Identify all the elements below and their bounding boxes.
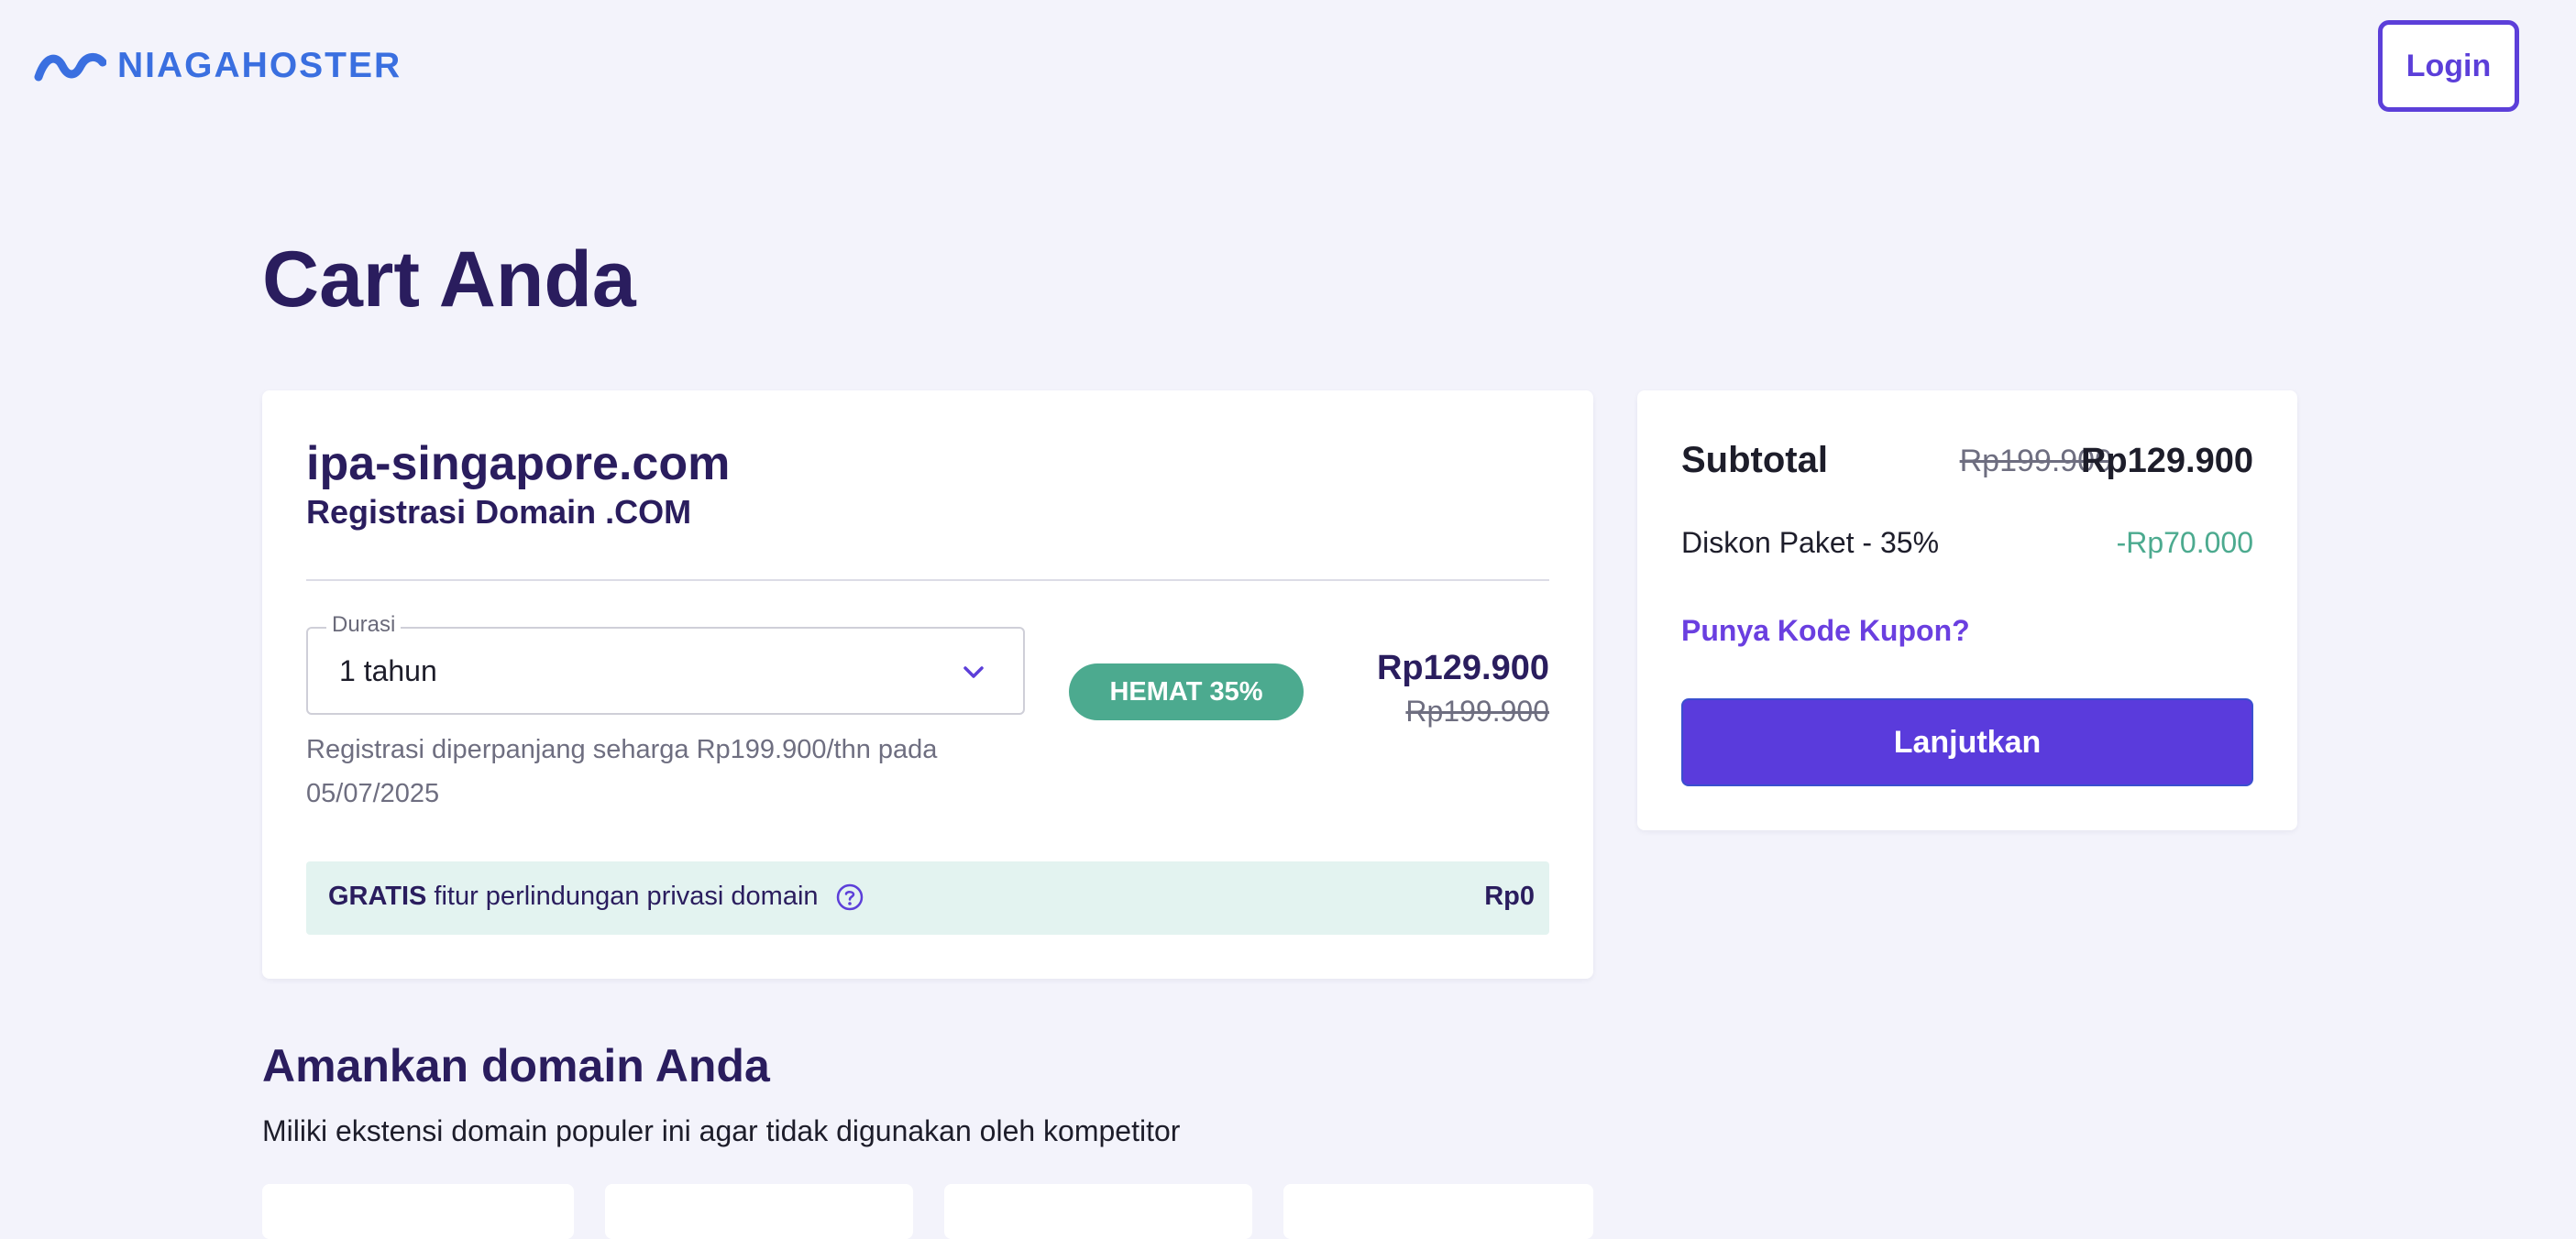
logo-text: NIAGAHOSTER [117, 46, 402, 85]
duration-select[interactable]: Durasi 1 tahun [306, 612, 1025, 715]
item-price: Rp129.900 [1376, 649, 1549, 687]
discount-label: Diskon Paket - 35% [1681, 526, 1940, 559]
order-summary-card: Subtotal Rp199.900 Rp129.900 Diskon Pake… [1637, 390, 2297, 830]
item-original-price: Rp199.900 [1405, 695, 1549, 728]
domain-extension-card[interactable] [605, 1184, 913, 1239]
secure-domain-subtitle: Miliki ekstensi domain populer ini agar … [262, 1114, 1181, 1147]
top-header: NIAGAHOSTER Login [0, 0, 2576, 137]
subtotal-label: Subtotal [1681, 440, 1828, 480]
renewal-note: Registrasi diperpanjang seharga Rp199.90… [306, 735, 938, 808]
domain-extension-card[interactable] [262, 1184, 574, 1239]
privacy-protection-row: GRATIS fitur perlindungan privasi domain… [306, 861, 1549, 935]
privacy-description: fitur perlindungan privasi domain [434, 882, 819, 911]
logo-wave-icon [34, 53, 106, 82]
product-name: Registrasi Domain .COM [306, 493, 692, 531]
divider [306, 579, 1549, 581]
page-title: Cart Anda [262, 236, 636, 323]
privacy-free-label: GRATIS [328, 882, 427, 911]
continue-button[interactable]: Lanjutkan [1681, 698, 2253, 786]
subtotal-value: Rp129.900 [2080, 442, 2253, 480]
domain-extension-card[interactable] [944, 1184, 1252, 1239]
coupon-link[interactable]: Punya Kode Kupon? [1681, 614, 1970, 648]
duration-value: 1 tahun [339, 654, 437, 687]
discount-badge: HEMAT 35% [1069, 663, 1304, 720]
help-icon[interactable] [835, 883, 864, 912]
domain-name: ipa-singapore.com [306, 437, 731, 490]
login-button[interactable]: Login [2378, 20, 2519, 112]
domain-extension-card[interactable] [1283, 1184, 1593, 1239]
cart-item-card: ipa-singapore.com Registrasi Domain .COM… [262, 390, 1593, 979]
duration-label: Durasi [326, 612, 402, 638]
privacy-price: Rp0 [1484, 882, 1535, 911]
privacy-text: GRATIS fitur perlindungan privasi domain [328, 882, 864, 912]
chevron-down-icon [963, 666, 984, 678]
secure-domain-title: Amankan domain Anda [262, 1040, 770, 1091]
niagahoster-logo[interactable]: NIAGAHOSTER [33, 40, 402, 92]
discount-value: -Rp70.000 [2116, 526, 2253, 559]
